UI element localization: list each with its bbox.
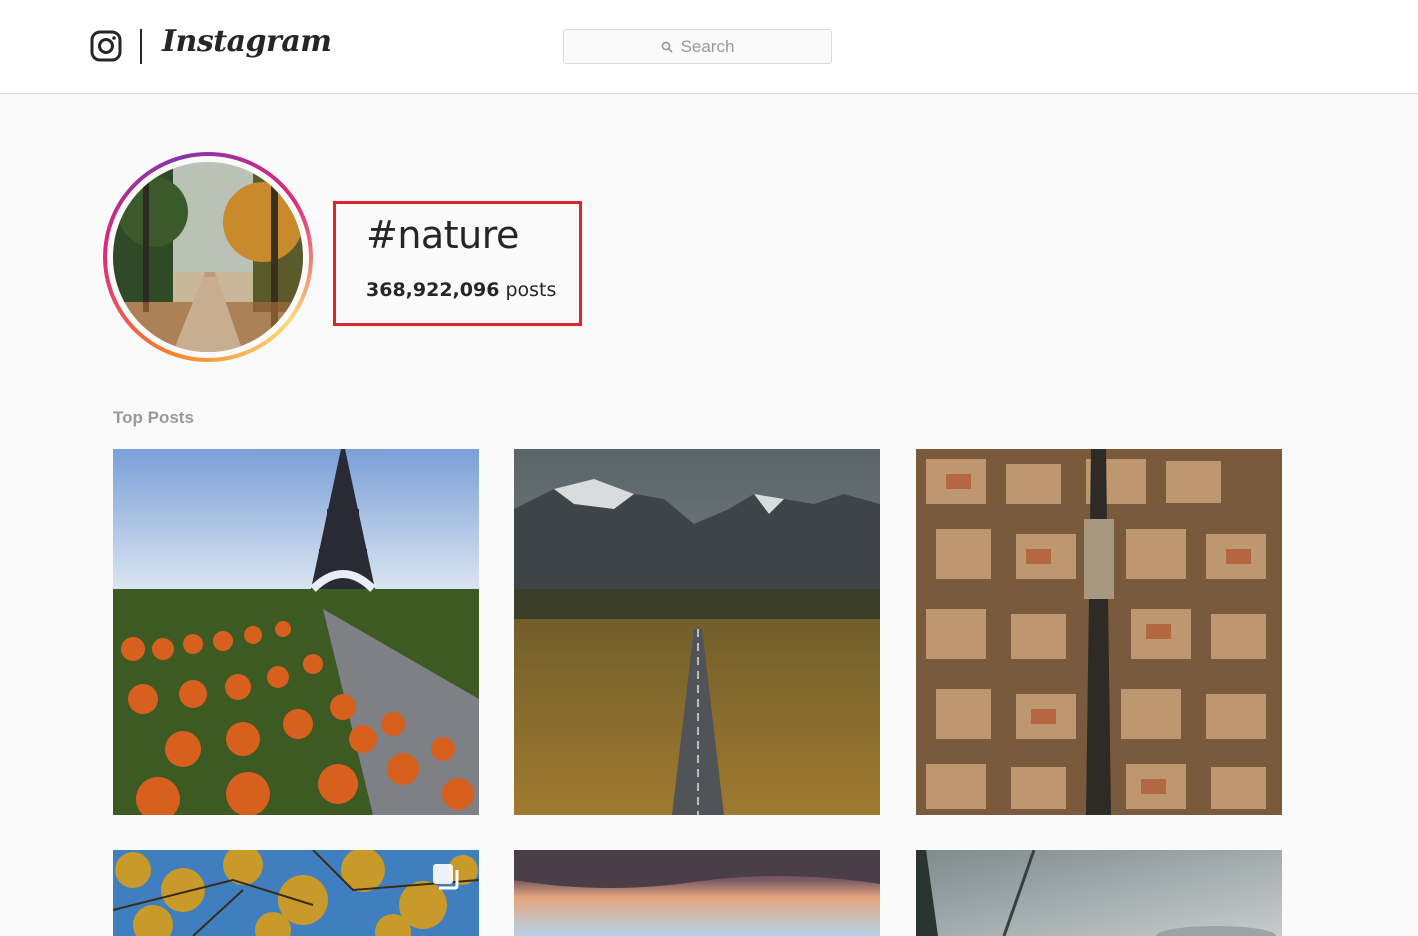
post-thumbnail-sunset-sky[interactable] — [514, 850, 880, 936]
search-icon — [661, 41, 673, 53]
autumn-tree-photo — [113, 850, 479, 936]
instagram-wordmark[interactable]: Instagram — [162, 24, 332, 59]
post-count-label: posts — [505, 279, 557, 301]
sunset-sky-photo — [514, 850, 880, 936]
instagram-camera-icon[interactable] — [90, 30, 122, 62]
top-navigation-bar: Instagram Search — [0, 0, 1418, 94]
post-count-number: 368,922,096 — [366, 279, 500, 301]
search-input[interactable]: Search — [563, 29, 832, 64]
misty-forest-photo — [916, 850, 1282, 936]
post-thumbnail-autumn-tree[interactable] — [113, 850, 479, 936]
multiple-photos-icon — [433, 864, 459, 890]
autumn-path-photo — [113, 162, 303, 352]
post-thumbnail-eiffel-pumpkins[interactable] — [113, 449, 479, 815]
post-thumbnail-aerial-city[interactable] — [916, 449, 1282, 815]
mountain-road-photo — [514, 449, 880, 815]
hashtag-title: #nature — [366, 213, 519, 257]
post-count: 368,922,096 posts — [366, 279, 556, 301]
top-posts-heading: Top Posts — [113, 408, 194, 427]
post-thumbnail-misty-forest[interactable] — [916, 850, 1282, 936]
hashtag-avatar — [103, 152, 313, 362]
post-thumbnail-mountain-road[interactable] — [514, 449, 880, 815]
logo-divider — [140, 29, 142, 64]
search-placeholder: Search — [680, 36, 735, 56]
aerial-city-photo — [916, 449, 1282, 815]
eiffel-tower-pumpkins-photo — [113, 449, 479, 815]
